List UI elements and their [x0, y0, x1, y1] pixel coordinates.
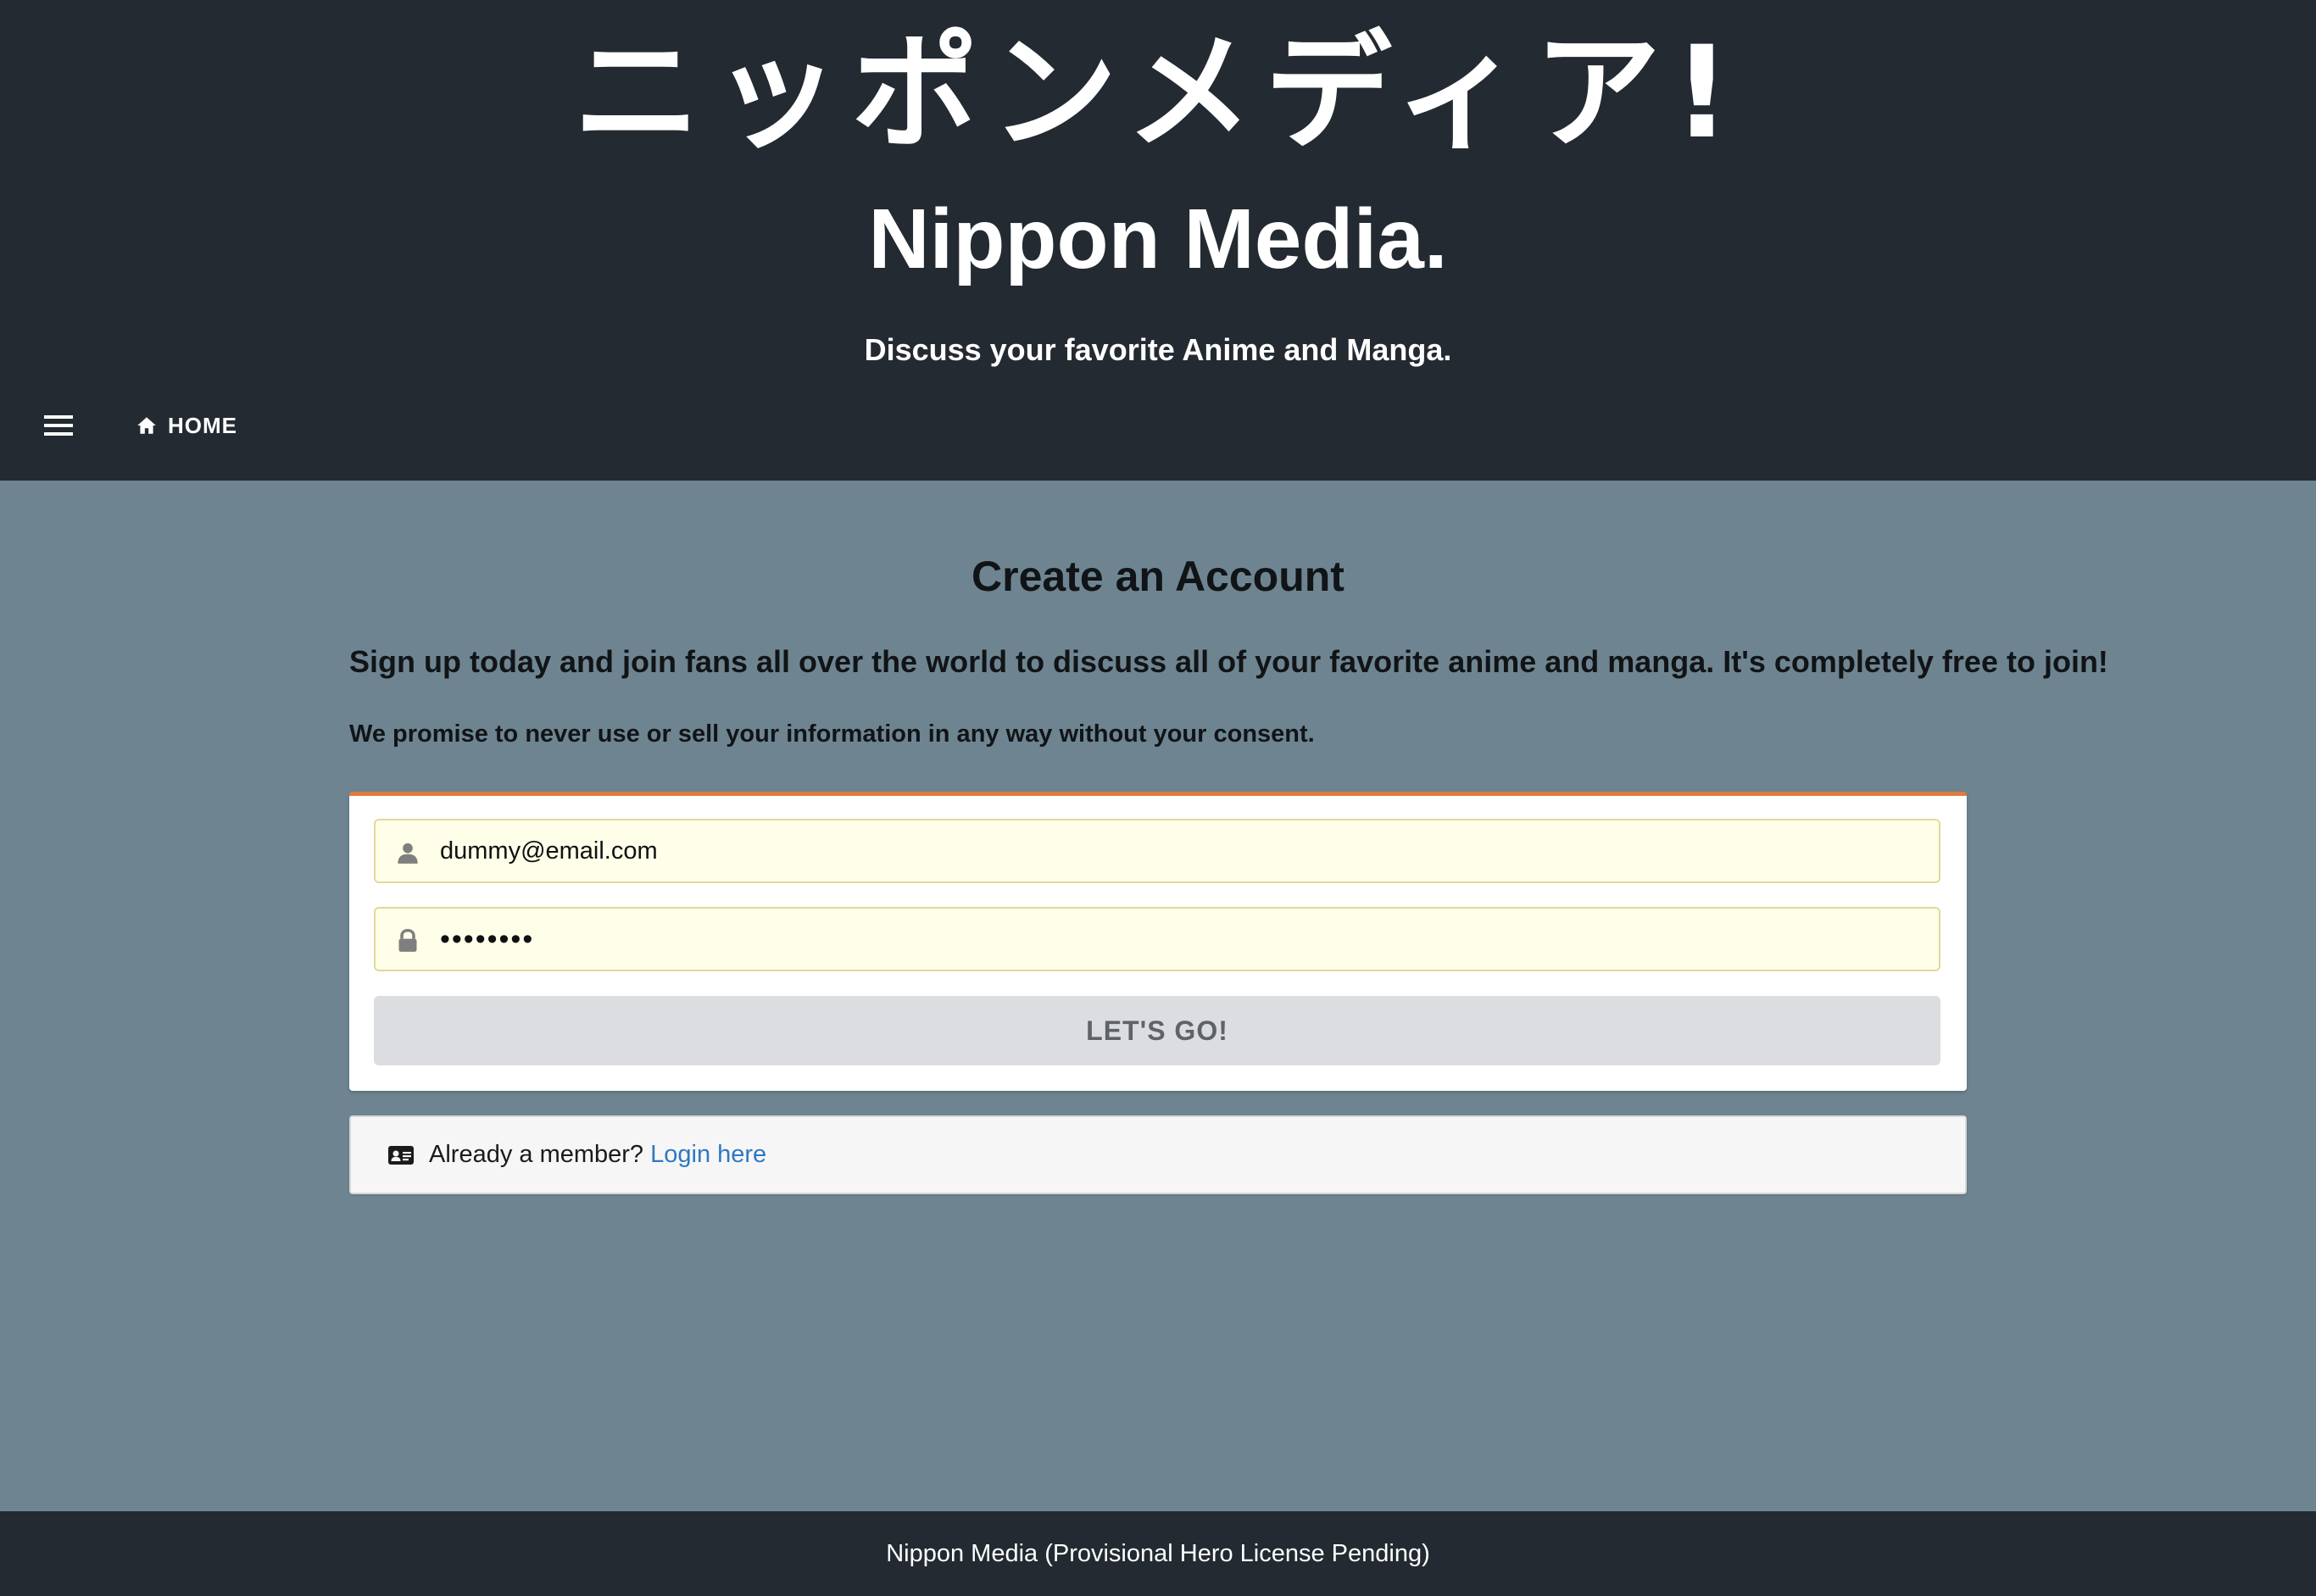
- signup-intro-text: Sign up today and join fans all over the…: [349, 644, 2108, 679]
- nav-home-label: HOME: [168, 412, 237, 438]
- home-icon: [137, 417, 156, 434]
- hamburger-menu-icon[interactable]: [42, 409, 75, 442]
- privacy-promise-text: We promise to never use or sell your inf…: [349, 720, 1315, 748]
- lock-icon: [398, 929, 417, 952]
- site-title: Nippon Media.: [868, 192, 1448, 286]
- footer-text: Nippon Media (Provisional Hero License P…: [886, 1540, 1430, 1567]
- login-link[interactable]: Login here: [650, 1141, 766, 1168]
- nav-home-link[interactable]: HOME: [136, 409, 237, 442]
- already-member-label: Already a member?: [429, 1141, 644, 1168]
- submit-button[interactable]: LET'S GO!: [374, 996, 1940, 1065]
- site-footer: Nippon Media (Provisional Hero License P…: [0, 1511, 2316, 1596]
- signup-form: dummy@email.com •••••••• LET'S GO!: [349, 792, 1967, 1091]
- password-field[interactable]: ••••••••: [374, 907, 1940, 971]
- login-prompt: Already a member? Login here: [349, 1115, 1967, 1194]
- login-prompt-text: Already a member? Login here: [429, 1117, 766, 1193]
- email-value: dummy@email.com: [440, 837, 658, 865]
- signup-intro: Create an Account Sign up today and join…: [349, 542, 2108, 751]
- email-field[interactable]: dummy@email.com: [374, 819, 1940, 883]
- id-card-icon: [388, 1146, 414, 1165]
- password-value: ••••••••: [440, 923, 535, 955]
- site-header: ニッポンメディア! Nippon Media. Discuss your fav…: [0, 0, 2316, 481]
- user-icon: [398, 842, 418, 864]
- page-title: Create an Account: [971, 553, 1345, 600]
- site-title-japanese: ニッポンメディア!: [573, 19, 1743, 167]
- site-tagline: Discuss your favorite Anime and Manga.: [864, 332, 1452, 367]
